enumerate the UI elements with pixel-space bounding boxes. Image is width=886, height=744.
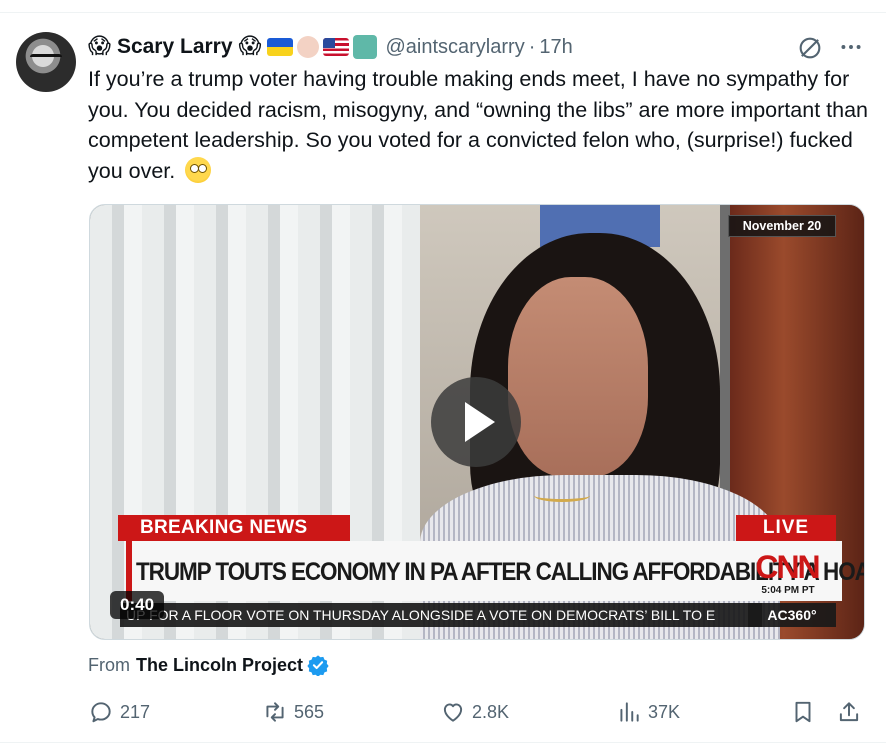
timestamp[interactable]: 17h xyxy=(539,36,572,59)
screaming-face-icon: 😱 xyxy=(238,34,262,59)
bar-chart-icon xyxy=(620,702,639,722)
headline-text: TRUMP TOUTS ECONOMY IN PA AFTER CALLING … xyxy=(136,558,865,586)
bookmark-icon xyxy=(795,701,811,723)
source-prefix: From xyxy=(88,654,130,675)
grok-icon[interactable] xyxy=(796,34,824,62)
reply-count: 217 xyxy=(120,701,151,722)
repost-icon xyxy=(266,702,284,722)
bookmark-button[interactable] xyxy=(790,696,822,728)
cnn-logo: CNN xyxy=(755,549,820,585)
show-tag: AC360° xyxy=(748,603,836,627)
video-duration: 0:40 xyxy=(110,591,165,619)
avatar[interactable] xyxy=(16,32,76,92)
breaking-news-label: BREAKING NEWS xyxy=(118,515,350,541)
view-count: 37K xyxy=(648,701,681,722)
news-ticker: UP FOR A FLOOR VOTE ON THURSDAY ALONGSID… xyxy=(120,603,762,627)
broadcast-time: 5:04 PM PT xyxy=(761,585,815,596)
display-name[interactable]: Scary Larry xyxy=(117,35,233,59)
raised-fist-icon xyxy=(297,36,320,58)
repost-button[interactable]: 565 xyxy=(262,696,324,728)
video-source: From The Lincoln Project xyxy=(88,652,329,678)
share-icon xyxy=(839,702,859,722)
screaming-face-icon: 😱 xyxy=(88,34,111,59)
header-separator: · xyxy=(528,35,536,58)
play-button[interactable] xyxy=(431,377,521,467)
video-player[interactable]: November 20 BREAKING NEWS LIVE TRUMP TOU… xyxy=(89,204,865,640)
top-divider xyxy=(0,12,886,13)
verified-badge-icon xyxy=(307,655,329,676)
share-button[interactable] xyxy=(836,696,868,728)
face-with-rolling-eyes-icon xyxy=(185,156,212,183)
tweet-header: 😱 Scary Larry 😱 @aintscarylarry · 17h xyxy=(88,32,573,62)
tweet-body: If you’re a trump voter having trouble m… xyxy=(88,64,868,186)
views-button[interactable]: 37K xyxy=(616,696,680,728)
ukraine-flag-icon xyxy=(267,38,294,56)
live-label: LIVE xyxy=(736,515,836,541)
reply-icon xyxy=(91,702,111,723)
repost-count: 565 xyxy=(294,701,325,722)
action-bar: 217 565 2.8K 37K xyxy=(0,696,886,728)
like-count: 2.8K xyxy=(472,701,510,722)
bottom-divider xyxy=(0,742,886,743)
us-flag-icon xyxy=(323,38,350,56)
more-options-icon[interactable] xyxy=(838,34,864,60)
date-badge: November 20 xyxy=(728,215,836,237)
statue-of-liberty-icon xyxy=(353,35,378,59)
reply-button[interactable]: 217 xyxy=(88,696,150,728)
source-name[interactable]: The Lincoln Project xyxy=(136,655,303,676)
user-handle[interactable]: @aintscarylarry xyxy=(385,36,524,59)
like-button[interactable]: 2.8K xyxy=(440,696,509,728)
heart-icon xyxy=(443,703,463,722)
